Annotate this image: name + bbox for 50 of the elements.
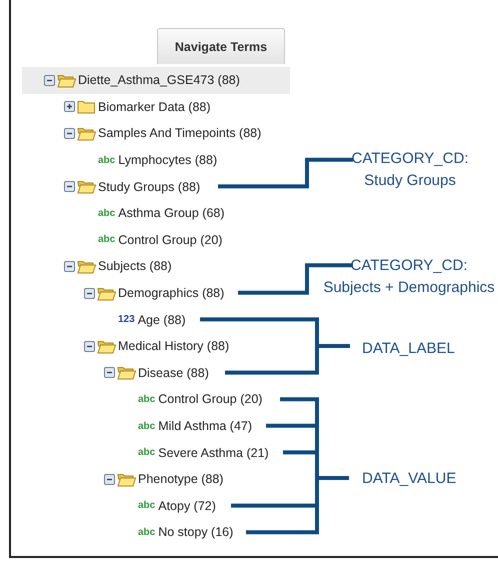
folder-label[interactable]: Demographics (88): [118, 286, 224, 300]
term-label[interactable]: Severe Asthma (21): [158, 446, 269, 460]
term-label[interactable]: Control Group (20): [118, 232, 222, 247]
folder-label[interactable]: Samples And Timepoints (88): [98, 126, 262, 140]
folder-icon: [77, 126, 96, 141]
collapse-icon[interactable]: [104, 474, 115, 485]
collapse-icon[interactable]: [64, 260, 75, 272]
text-type-icon: abc: [138, 500, 156, 512]
folder-label[interactable]: Diette_Asthma_GSE473 (88): [78, 73, 240, 88]
folder-label[interactable]: Subjects (88): [98, 259, 172, 274]
callout-text: CATEGORY_CD: Subjects + Demographics: [323, 256, 495, 298]
term-label[interactable]: Age (88): [138, 312, 186, 327]
folder-icon: [77, 99, 96, 114]
folder-icon: [117, 472, 136, 487]
folder-label[interactable]: Medical History (88): [118, 339, 230, 354]
text-type-icon: abc: [138, 526, 156, 538]
collapse-icon[interactable]: [64, 181, 75, 192]
folder-icon: [77, 258, 96, 274]
term-label[interactable]: Atopy (72): [158, 498, 216, 513]
text-type-icon: abc: [138, 420, 156, 432]
term-label[interactable]: Control Group (20): [158, 392, 262, 406]
numeric-type-icon: 123: [118, 314, 135, 326]
callout-text: DATA_LABEL: [362, 339, 455, 359]
callout-text: CATEGORY_CD: Study Groups: [352, 149, 468, 191]
text-type-icon: abc: [98, 154, 116, 166]
collapse-icon[interactable]: [44, 74, 55, 86]
folder-label[interactable]: Phenotype (88): [138, 472, 224, 486]
text-type-icon: abc: [138, 447, 156, 458]
folder-icon: [117, 365, 136, 380]
folder-label[interactable]: Study Groups (88): [98, 180, 200, 194]
text-type-icon: abc: [98, 208, 116, 219]
folder-icon: [77, 179, 96, 194]
folder-icon: [97, 338, 116, 354]
term-label[interactable]: Asthma Group (68): [118, 206, 225, 220]
callout-text: DATA_VALUE: [362, 469, 456, 489]
collapse-icon[interactable]: [84, 340, 95, 352]
term-label[interactable]: No stopy (16): [158, 525, 234, 540]
folder-label[interactable]: Disease (88): [138, 366, 209, 380]
expand-icon[interactable]: [64, 101, 75, 112]
folder-icon: [97, 286, 116, 301]
term-label[interactable]: Mild Asthma (47): [158, 419, 252, 434]
term-label[interactable]: Lymphocytes (88): [118, 153, 218, 168]
text-type-icon: abc: [138, 394, 156, 405]
folder-icon: [57, 72, 76, 88]
text-type-icon: abc: [98, 234, 116, 246]
collapse-icon[interactable]: [104, 367, 115, 378]
collapse-icon[interactable]: [64, 128, 75, 139]
folder-label[interactable]: Biomarker Data (88): [98, 100, 211, 114]
collapse-icon[interactable]: [84, 288, 95, 299]
navigate-terms-tab[interactable]: Navigate Terms: [157, 28, 285, 64]
